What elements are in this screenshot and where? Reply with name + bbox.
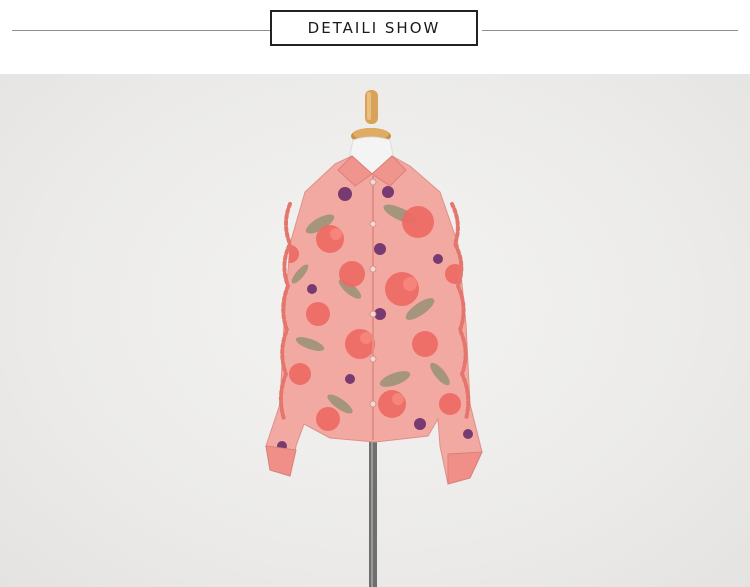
header: DETAILI SHOW: [0, 0, 750, 74]
divider-left: [12, 30, 270, 31]
floral-blouse: [265, 155, 483, 485]
mannequin-blouse-illustration: [265, 90, 483, 587]
section-title-box: DETAILI SHOW: [270, 10, 478, 46]
product-photo: [0, 74, 750, 587]
divider-right: [482, 30, 738, 31]
stand-knob: [351, 90, 391, 144]
section-title: DETAILI SHOW: [307, 19, 441, 37]
